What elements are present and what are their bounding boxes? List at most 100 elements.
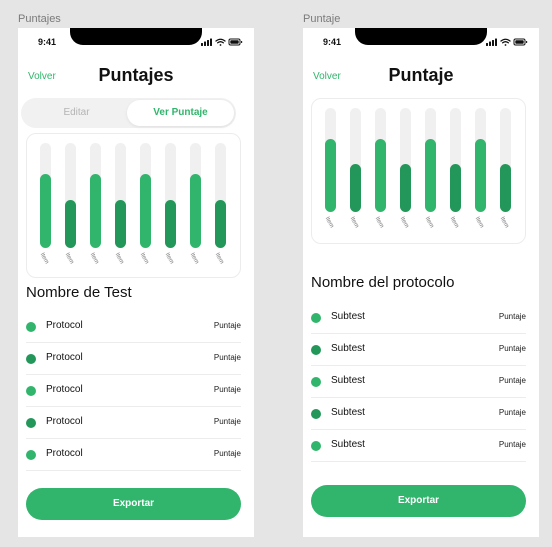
- bar-fill: [500, 164, 511, 212]
- bar-fill: [350, 164, 361, 212]
- bar-label: Item: [323, 216, 335, 230]
- status-time: 9:41: [323, 37, 342, 47]
- bar-label: Item: [113, 252, 125, 266]
- bar-track: [215, 143, 226, 248]
- page-title: Puntajes: [98, 65, 174, 85]
- list-item[interactable]: Protocol Puntaje: [26, 375, 241, 407]
- bar-fill: [165, 200, 176, 248]
- section-title: Nombre del protocolo: [311, 274, 455, 291]
- status-dot: [311, 313, 321, 323]
- bar-track: [475, 108, 486, 212]
- signal-icon: [201, 38, 212, 46]
- frame-label-puntaje: Puntaje: [303, 13, 341, 25]
- bar-track: [325, 108, 336, 212]
- bar-label: Item: [373, 216, 385, 230]
- status-bar: 9:41: [303, 28, 539, 48]
- list-item-score: Puntaje: [213, 321, 241, 330]
- list-item[interactable]: Subtest Puntaje: [311, 398, 526, 430]
- export-button[interactable]: Exportar: [26, 488, 241, 520]
- battery-icon: [228, 38, 243, 46]
- list-item[interactable]: Protocol Puntaje: [26, 343, 241, 375]
- bar-fill: [115, 200, 126, 248]
- bar-label: Item: [88, 252, 100, 266]
- list-item[interactable]: Protocol Puntaje: [26, 439, 241, 471]
- bar-fill: [325, 139, 336, 212]
- status-time: 9:41: [38, 37, 57, 47]
- list-item[interactable]: Subtest Puntaje: [311, 366, 526, 398]
- list-item-name: Subtest: [331, 375, 365, 386]
- list-item[interactable]: Subtest Puntaje: [311, 334, 526, 366]
- section-title: Nombre de Test: [26, 284, 132, 301]
- bar-fill: [450, 164, 461, 212]
- list-item-name: Protocol: [46, 384, 83, 395]
- status-dot: [26, 386, 36, 396]
- list-item-name: Subtest: [331, 311, 365, 322]
- list-item-score: Puntaje: [213, 385, 241, 394]
- list-item-score: Puntaje: [498, 344, 526, 353]
- bar-label: Item: [473, 216, 485, 230]
- bar-label: Item: [63, 252, 75, 266]
- status-dot: [311, 377, 321, 387]
- bar-track: [375, 108, 386, 212]
- list-item-score: Puntaje: [213, 449, 241, 458]
- list-item[interactable]: Protocol Puntaje: [26, 407, 241, 439]
- bar-track: [190, 143, 201, 248]
- list-item[interactable]: Protocol Puntaje: [26, 311, 241, 343]
- list-item[interactable]: Subtest Puntaje: [311, 430, 526, 462]
- bar-fill: [475, 139, 486, 212]
- bar-track: [115, 143, 126, 248]
- bar-fill: [425, 139, 436, 212]
- bar-fill: [40, 174, 51, 248]
- list-item-name: Subtest: [331, 407, 365, 418]
- status-icons: [486, 38, 528, 46]
- list-item-score: Puntaje: [498, 312, 526, 321]
- score-chart: Item Item Item Item Item Item Item Item: [26, 133, 241, 278]
- nav-bar: Volver Puntajes: [18, 64, 254, 90]
- bar-label: Item: [138, 252, 150, 266]
- bar-track: [350, 108, 361, 212]
- list-item-name: Protocol: [46, 320, 83, 331]
- signal-icon: [486, 38, 497, 46]
- status-dot: [26, 418, 36, 428]
- tab-ver-puntaje[interactable]: Ver Puntaje: [127, 100, 234, 126]
- bar-label: Item: [348, 216, 360, 230]
- bar-fill: [65, 200, 76, 248]
- bar-label: Item: [448, 216, 460, 230]
- bar-track: [90, 143, 101, 248]
- segmented-control: Editar Ver Puntaje: [21, 98, 236, 128]
- status-dot: [311, 409, 321, 419]
- list-item-score: Puntaje: [213, 353, 241, 362]
- bar-track: [165, 143, 176, 248]
- bar-track: [500, 108, 511, 212]
- list-item-name: Protocol: [46, 352, 83, 363]
- list-item-name: Subtest: [331, 343, 365, 354]
- status-dot: [26, 450, 36, 460]
- bar-fill: [375, 139, 386, 212]
- status-dot: [26, 322, 36, 332]
- bar-label: Item: [398, 216, 410, 230]
- page-title: Puntaje: [388, 65, 454, 85]
- tab-editar[interactable]: Editar: [23, 100, 130, 126]
- status-dot: [311, 441, 321, 451]
- bar-fill: [400, 164, 411, 212]
- bar-label: Item: [498, 216, 510, 230]
- bar-fill: [215, 200, 226, 248]
- bar-track: [450, 108, 461, 212]
- nav-bar: Volver Puntaje: [303, 64, 539, 90]
- status-icons: [201, 38, 243, 46]
- bar-fill: [140, 174, 151, 248]
- phone-screen-puntajes: 9:41 Volver Puntajes Editar Ver Puntaje …: [18, 28, 254, 537]
- device-notch: [70, 28, 202, 45]
- phone-screen-puntaje: 9:41 Volver Puntaje Item Item Item Item Item…: [303, 28, 539, 537]
- bar-track: [140, 143, 151, 248]
- status-dot: [311, 345, 321, 355]
- status-dot: [26, 354, 36, 364]
- bar-label: Item: [163, 252, 175, 266]
- list-item[interactable]: Subtest Puntaje: [311, 302, 526, 334]
- list-item-name: Protocol: [46, 416, 83, 427]
- list-item-score: Puntaje: [498, 440, 526, 449]
- bar-label: Item: [423, 216, 435, 230]
- battery-icon: [513, 38, 528, 46]
- export-button[interactable]: Exportar: [311, 485, 526, 517]
- score-chart: Item Item Item Item Item Item Item Item: [311, 98, 526, 244]
